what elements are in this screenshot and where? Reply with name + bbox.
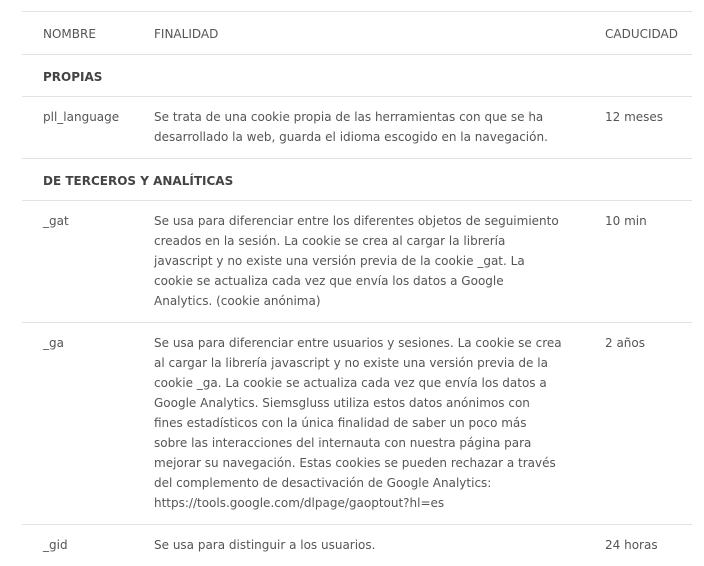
table-header-row: NOMBRE FINALIDAD CADUCIDAD [22,12,692,55]
table-row: _gid Se usa para distinguir a los usuari… [22,525,692,566]
section-title: DE TERCEROS Y ANALÍTICAS [22,159,692,201]
cookie-finalidad: Se trata de una cookie propia de las her… [133,97,584,159]
section-title: PROPIAS [22,55,692,97]
header-caducidad: CADUCIDAD [584,12,692,55]
cookie-caducidad: 2 años [584,323,692,525]
table-row: _gat Se usa para diferenciar entre los d… [22,201,692,323]
section-row-terceros: DE TERCEROS Y ANALÍTICAS [22,159,692,201]
cookie-finalidad: Se usa para diferenciar entre usuarios y… [133,323,584,525]
cookie-name: pll_language [22,97,133,159]
cookie-caducidad: 10 min [584,201,692,323]
cookie-caducidad: 12 meses [584,97,692,159]
cookie-finalidad: Se usa para distinguir a los usuarios. [133,525,584,566]
section-row-propias: PROPIAS [22,55,692,97]
cookie-table: NOMBRE FINALIDAD CADUCIDAD PROPIAS pll_l… [22,11,692,566]
cookie-name: _gid [22,525,133,566]
header-nombre: NOMBRE [22,12,133,55]
table-row: pll_language Se trata de una cookie prop… [22,97,692,159]
cookie-name: _ga [22,323,133,525]
table-row: _ga Se usa para diferenciar entre usuari… [22,323,692,525]
header-finalidad: FINALIDAD [133,12,584,55]
cookie-caducidad: 24 horas [584,525,692,566]
cookie-table-container: NOMBRE FINALIDAD CADUCIDAD PROPIAS pll_l… [22,11,692,566]
cookie-name: _gat [22,201,133,323]
cookie-finalidad: Se usa para diferenciar entre los difere… [133,201,584,323]
